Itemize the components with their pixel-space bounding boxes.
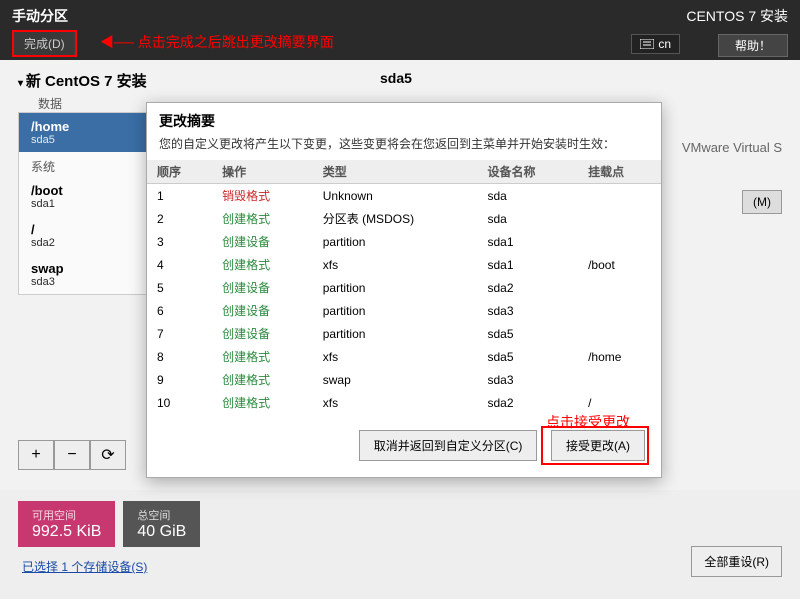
annotation-accept: 点击接受更改	[546, 412, 630, 432]
keyboard-layout-label: cn	[658, 37, 671, 51]
cell-mount	[578, 230, 661, 253]
table-row[interactable]: 10创建格式xfssda2/	[147, 391, 661, 414]
top-bar: 手动分区 完成(D) ◀── 点击完成之后跳出更改摘要界面 CENTOS 7 安…	[0, 0, 800, 60]
table-row[interactable]: 9创建格式swapsda3	[147, 368, 661, 391]
cell-mount	[578, 207, 661, 230]
selected-device-label: sda5	[380, 70, 412, 86]
cell-mount	[578, 299, 661, 322]
cell-type: partition	[313, 276, 478, 299]
device-description: VMware Virtual S	[682, 140, 782, 155]
cell-operation: 销毁格式	[212, 184, 313, 208]
total-space-label: 总空间	[137, 507, 186, 523]
col-operation[interactable]: 操作	[212, 160, 313, 184]
table-row[interactable]: 4创建格式xfssda1/boot	[147, 253, 661, 276]
partition-toolbar: + − ⟳	[18, 440, 126, 470]
refresh-button[interactable]: ⟳	[90, 440, 126, 470]
annotation-done: ◀── 点击完成之后跳出更改摘要界面	[100, 32, 334, 52]
help-button[interactable]: 帮助！	[718, 34, 788, 57]
total-space-value: 40 GiB	[137, 523, 186, 541]
cell-order: 8	[147, 345, 212, 368]
col-device-name[interactable]: 设备名称	[477, 160, 578, 184]
cell-operation: 创建设备	[212, 299, 313, 322]
cell-mount	[578, 184, 661, 208]
cell-device: sda2	[477, 276, 578, 299]
cell-device: sda5	[477, 322, 578, 345]
cell-device: sda	[477, 207, 578, 230]
cell-device: sda3	[477, 299, 578, 322]
space-summary: 可用空间 992.5 KiB 总空间 40 GiB	[0, 501, 800, 547]
storage-devices-link[interactable]: 已选择 1 个存储设备(S)	[22, 558, 147, 575]
table-row[interactable]: 3创建设备partitionsda1	[147, 230, 661, 253]
modify-button[interactable]: (M)	[742, 190, 782, 214]
dialog-description: 您的自定义更改将产生以下变更，这些变更将会在您返回到主菜单并开始安装时生效：	[147, 135, 661, 160]
cell-mount: /home	[578, 345, 661, 368]
cell-order: 6	[147, 299, 212, 322]
cell-type: 分区表 (MSDOS)	[313, 207, 478, 230]
col-type[interactable]: 类型	[313, 160, 478, 184]
table-row[interactable]: 1销毁格式Unknownsda	[147, 184, 661, 208]
done-button[interactable]: 完成(D)	[12, 30, 77, 57]
cell-operation: 创建设备	[212, 322, 313, 345]
available-space-box: 可用空间 992.5 KiB	[18, 501, 115, 547]
cell-device: sda	[477, 184, 578, 208]
cell-type: partition	[313, 322, 478, 345]
cell-mount	[578, 276, 661, 299]
cell-order: 1	[147, 184, 212, 208]
cell-type: partition	[313, 230, 478, 253]
cancel-button[interactable]: 取消并返回到自定义分区(C)	[359, 430, 538, 461]
arrow-left-icon: ◀──	[100, 34, 134, 50]
dialog-title: 更改摘要	[147, 103, 661, 135]
remove-partition-button[interactable]: −	[54, 440, 90, 470]
cell-type: swap	[313, 368, 478, 391]
table-row[interactable]: 6创建设备partitionsda3	[147, 299, 661, 322]
cell-mount: /boot	[578, 253, 661, 276]
cell-operation: 创建设备	[212, 230, 313, 253]
cell-device: sda3	[477, 368, 578, 391]
cell-type: partition	[313, 299, 478, 322]
keyboard-indicator[interactable]: cn	[631, 34, 680, 54]
cell-type: xfs	[313, 253, 478, 276]
page-title: 手动分区	[12, 6, 68, 26]
table-row[interactable]: 2创建格式分区表 (MSDOS)sda	[147, 207, 661, 230]
changes-table: 顺序 操作 类型 设备名称 挂载点 1销毁格式Unknownsda2创建格式分区…	[147, 160, 661, 414]
table-row[interactable]: 5创建设备partitionsda2	[147, 276, 661, 299]
accept-changes-button[interactable]: 接受更改(A)	[551, 430, 645, 461]
cell-mount	[578, 322, 661, 345]
cell-order: 2	[147, 207, 212, 230]
cell-device: sda2	[477, 391, 578, 414]
available-space-label: 可用空间	[32, 507, 101, 523]
cell-type: xfs	[313, 345, 478, 368]
cell-operation: 创建设备	[212, 276, 313, 299]
cell-order: 10	[147, 391, 212, 414]
cell-operation: 创建格式	[212, 345, 313, 368]
cell-order: 5	[147, 276, 212, 299]
col-mount-point[interactable]: 挂载点	[578, 160, 661, 184]
available-space-value: 992.5 KiB	[32, 523, 101, 541]
cell-order: 3	[147, 230, 212, 253]
cell-device: sda1	[477, 253, 578, 276]
add-partition-button[interactable]: +	[18, 440, 54, 470]
cell-operation: 创建格式	[212, 391, 313, 414]
cell-order: 7	[147, 322, 212, 345]
cell-type: Unknown	[313, 184, 478, 208]
cell-device: sda5	[477, 345, 578, 368]
cell-type: xfs	[313, 391, 478, 414]
cell-operation: 创建格式	[212, 253, 313, 276]
total-space-box: 总空间 40 GiB	[123, 501, 200, 547]
cell-order: 4	[147, 253, 212, 276]
cell-mount: /	[578, 391, 661, 414]
cell-order: 9	[147, 368, 212, 391]
cell-device: sda1	[477, 230, 578, 253]
reset-all-button[interactable]: 全部重设(R)	[691, 546, 782, 577]
table-row[interactable]: 7创建设备partitionsda5	[147, 322, 661, 345]
keyboard-icon	[640, 39, 654, 49]
cell-operation: 创建格式	[212, 207, 313, 230]
table-row[interactable]: 8创建格式xfssda5/home	[147, 345, 661, 368]
col-order[interactable]: 顺序	[147, 160, 212, 184]
cell-mount	[578, 368, 661, 391]
installer-title: CENTOS 7 安装	[686, 6, 788, 26]
cell-operation: 创建格式	[212, 368, 313, 391]
